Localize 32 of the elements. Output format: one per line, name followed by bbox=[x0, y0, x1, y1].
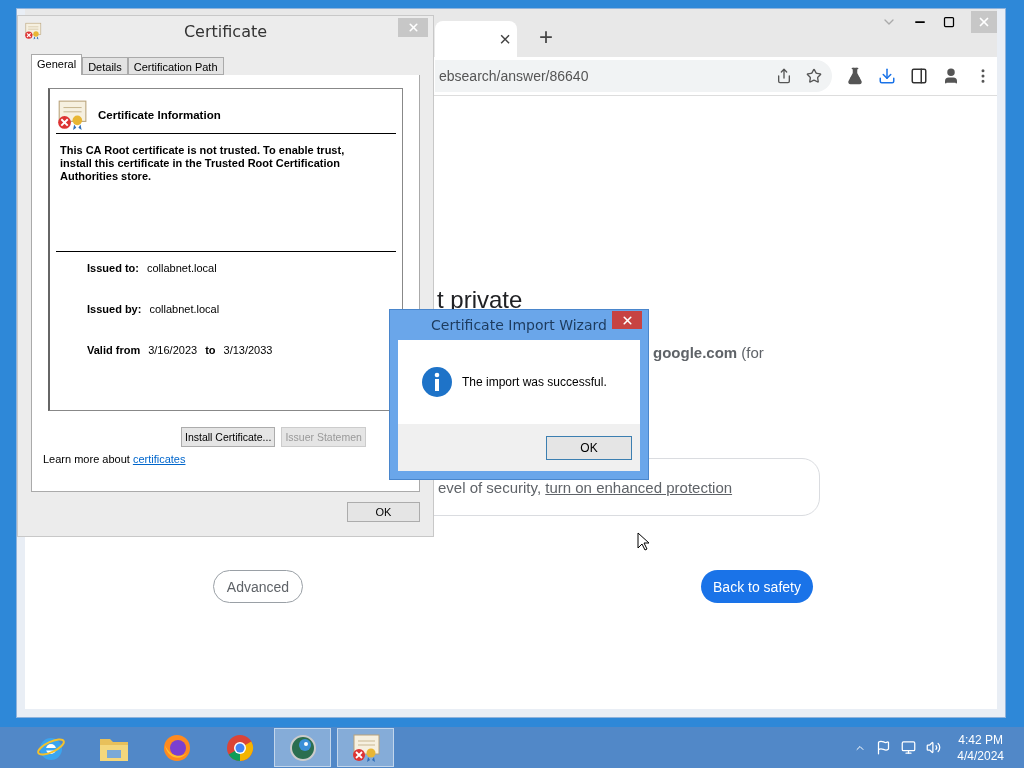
enhanced-protection-link[interactable]: turn on enhanced protection bbox=[545, 478, 733, 496]
field-label: Issued by: bbox=[87, 303, 142, 315]
field-label: to bbox=[205, 344, 216, 356]
field-value: collabnet.local bbox=[149, 303, 220, 315]
new-tab-button[interactable]: + bbox=[539, 25, 553, 49]
certificates-link[interactable]: certificates bbox=[132, 453, 186, 465]
info-title: Certificate Information bbox=[98, 109, 221, 121]
page-heading: t private bbox=[437, 286, 523, 314]
dialog-tab[interactable]: Certification Path bbox=[127, 57, 224, 75]
url-text: ebsearch/answer/86640 bbox=[439, 68, 590, 84]
trust-message: This CA Root certificate is not trusted. To enable trust, install this certificate in the Trusted Root Certification Authorities store. bbox=[56, 134, 396, 252]
dialog-title: Certificate Import Wizard bbox=[431, 317, 607, 333]
back-to-safety-button[interactable]: Back to safety bbox=[701, 570, 813, 603]
field-value: 3/13/2033 bbox=[223, 344, 273, 356]
field-value: 3/16/2023 bbox=[148, 344, 198, 356]
field-value: collabnet.local bbox=[146, 262, 217, 274]
tab-close-button[interactable]: × bbox=[499, 29, 511, 49]
dialog-tab[interactable]: Details bbox=[82, 57, 128, 75]
field-label: Issued to: bbox=[87, 262, 139, 274]
advanced-button[interactable]: Advanced bbox=[213, 570, 303, 603]
field-label: Valid from bbox=[87, 344, 141, 356]
dialog-button[interactable]: Install Certificate... bbox=[181, 427, 276, 447]
dialog-tab[interactable]: General bbox=[31, 54, 83, 75]
browser-tab[interactable]: × bbox=[435, 21, 517, 57]
clock[interactable]: 4:42 PM 4/4/2024 bbox=[957, 731, 1004, 764]
window-title: Certificate bbox=[182, 21, 269, 41]
address-bar[interactable]: ebsearch/answer/86640 bbox=[435, 60, 832, 92]
ok-button[interactable]: OK bbox=[546, 435, 632, 460]
dialog-message: The import was successful. bbox=[462, 375, 607, 389]
ok-button[interactable]: OK bbox=[347, 502, 420, 522]
security-text: evel of security, turn on enhanced protection bbox=[438, 478, 733, 496]
domain-text: google.com (for bbox=[653, 344, 764, 361]
